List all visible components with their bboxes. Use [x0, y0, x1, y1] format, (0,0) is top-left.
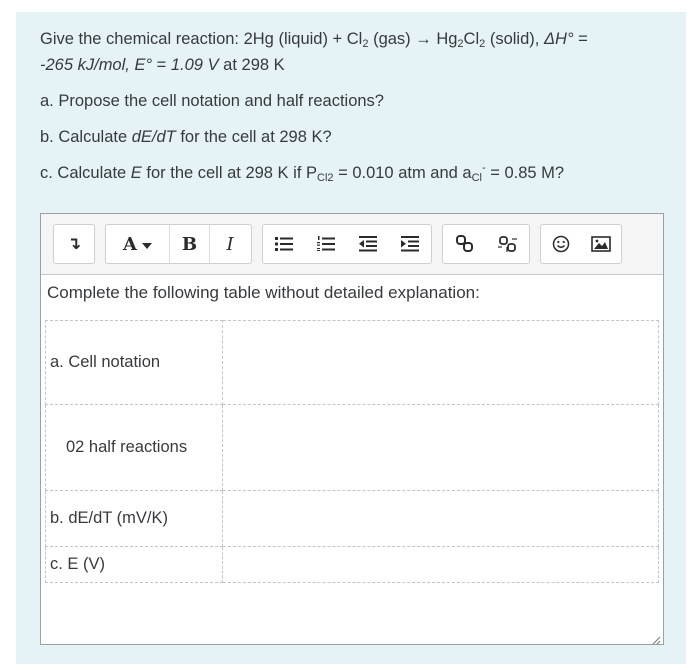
- text-segment: b. Calculate: [40, 128, 132, 146]
- text-segment: = 0.85 M?: [485, 164, 565, 182]
- row-label-cell-notation: a. Cell notation: [45, 320, 223, 405]
- part-a: a. Propose the cell notation and half re…: [40, 92, 384, 110]
- numbered-list-icon[interactable]: [305, 225, 347, 263]
- bullet-list-icon[interactable]: [263, 225, 305, 263]
- part-b: b. Calculate dE/dT for the cell at 298 K…: [40, 124, 670, 150]
- link-icon[interactable]: [443, 225, 486, 263]
- subscript: Cl2: [317, 172, 334, 184]
- image-icon[interactable]: [581, 225, 621, 263]
- text-segment: at 298 K: [218, 56, 285, 74]
- part-c: c. Calculate E for the cell at 298 K if …: [40, 160, 670, 186]
- text-segment: E: [130, 164, 142, 182]
- text-segment: for the cell at 298 K?: [175, 128, 332, 146]
- row-label-half-reactions: 02 half reactions: [45, 404, 223, 491]
- font-color-button[interactable]: A: [106, 225, 170, 263]
- toolbar-group-collapse: ↴: [53, 224, 95, 264]
- rich-text-editor: ↴ A B I Complete the following table wit…: [40, 213, 664, 645]
- text-segment: Cl: [463, 30, 480, 48]
- font-color-icon: A: [123, 233, 137, 255]
- outdent-icon[interactable]: [347, 225, 389, 263]
- italic-icon[interactable]: I: [210, 225, 250, 263]
- text-segment: -265 kJ/mol, E°: [40, 56, 153, 74]
- answer-cell-cell-notation[interactable]: [222, 320, 659, 405]
- table-instruction: Complete the following table without det…: [47, 283, 480, 302]
- toolbar-group-format: A B I: [105, 224, 252, 264]
- text-segment: (gas) → Hg: [368, 30, 458, 48]
- table-row: b. dE/dT (mV/K): [45, 490, 659, 547]
- question-panel: Give the chemical reaction: 2Hg (liquid)…: [16, 12, 686, 664]
- answer-cell-half-reactions[interactable]: [222, 404, 659, 491]
- text-segment: 1.09 V: [170, 56, 219, 74]
- bold-icon[interactable]: B: [170, 225, 210, 263]
- row-label-e: c. E (V): [45, 546, 223, 583]
- subscript: Cl: [471, 172, 482, 184]
- reaction-statement: Give the chemical reaction: 2Hg (liquid)…: [40, 26, 670, 78]
- text-segment: =: [152, 56, 171, 74]
- question-text: Give the chemical reaction: 2Hg (liquid)…: [40, 26, 670, 196]
- table-row: a. Cell notation: [45, 320, 659, 405]
- row-label-de-dt: b. dE/dT (mV/K): [45, 490, 223, 547]
- emoji-icon[interactable]: [541, 225, 581, 263]
- editor-content[interactable]: Complete the following table without det…: [41, 275, 663, 645]
- text-segment: = 0.010 atm and a: [333, 164, 472, 182]
- text-segment: =: [573, 30, 588, 48]
- table-row: c. E (V): [45, 546, 659, 583]
- text-segment: c. Calculate: [40, 164, 131, 182]
- indent-icon[interactable]: [389, 225, 431, 263]
- text-segment: for the cell at 298 K if P: [141, 164, 317, 182]
- toolbar-group-lists: [262, 224, 432, 264]
- enthalpy-symbol: ΔH°: [543, 30, 574, 48]
- table-row: 02 half reactions: [45, 404, 659, 491]
- unlink-icon[interactable]: [486, 225, 529, 263]
- chevron-down-icon: [141, 234, 152, 255]
- answer-cell-de-dt[interactable]: [222, 490, 659, 547]
- toolbar-group-links: [442, 224, 530, 264]
- text-segment: dE/dT: [131, 128, 176, 146]
- resize-handle-icon[interactable]: [651, 632, 661, 645]
- text-segment: Give the chemical reaction: 2Hg (liquid)…: [40, 30, 363, 48]
- toolbar-group-media: [540, 224, 622, 264]
- editor-toolbar: ↴ A B I: [41, 214, 663, 275]
- collapse-icon[interactable]: ↴: [54, 225, 94, 263]
- answer-cell-e[interactable]: [222, 546, 659, 583]
- answer-table: a. Cell notation 02 half reactions b. dE…: [45, 320, 659, 583]
- text-segment: (solid),: [485, 30, 544, 48]
